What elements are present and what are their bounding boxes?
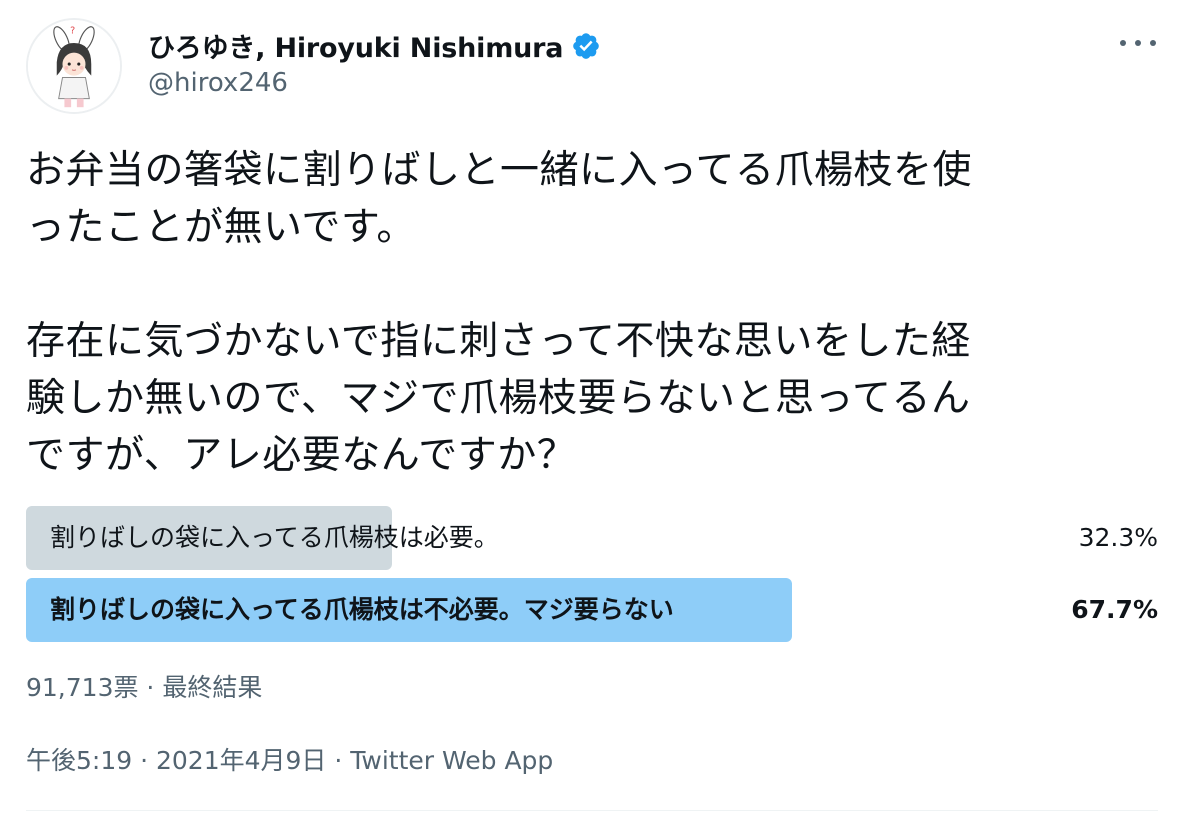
author-display-name[interactable]: ひろゆき, Hiroyuki Nishimura [148,26,563,65]
timestamp-separator-2: · [326,746,351,775]
author-name-row[interactable]: ひろゆき, Hiroyuki Nishimura [148,26,601,65]
poll-option-2: 割りばしの袋に入ってる爪楊枝は不必要。マジ要らない 67.7% [26,578,1158,642]
svg-text:?: ? [70,25,75,36]
tweet: ? ひろゆき, Hiroyuki Nishimura @hirox246 お弁当… [0,0,1190,820]
more-options-icon[interactable] [1120,32,1156,54]
verified-badge-icon [573,32,600,59]
poll-option-1: 割りばしの袋に入ってる爪楊枝は必要。 32.3% [26,506,1158,570]
timestamp-separator-1: · [132,746,156,775]
poll-option-1-percent: 32.3% [1078,523,1158,552]
avatar[interactable]: ? [26,18,122,114]
poll-option-1-label: 割りばしの袋に入ってる爪楊枝は必要。 [50,523,499,552]
avatar-illustration-icon: ? [28,20,120,112]
tweet-text: お弁当の箸袋に割りばしと一緒に入ってる爪楊枝を使 ったことが無いです。 存在に気… [26,148,973,478]
tweet-timestamp-row: 午後5:19 · 2021年4月9日 · Twitter Web App [26,741,553,777]
author-handle[interactable]: @hirox246 [148,68,288,98]
divider [26,810,1158,811]
tweet-source[interactable]: Twitter Web App [350,746,553,775]
poll: 割りばしの袋に入ってる爪楊枝は必要。 32.3% 割りばしの袋に入ってる爪楊枝は… [26,506,1158,650]
poll-option-2-label: 割りばしの袋に入ってる爪楊枝は不必要。マジ要らない [50,595,674,624]
tweet-time[interactable]: 午後5:19 [26,746,132,775]
poll-vote-count: 91,713票 [26,673,139,702]
poll-meta-separator: · [138,673,163,702]
poll-option-2-percent: 67.7% [1071,595,1158,624]
poll-summary: 91,713票 · 最終結果 [26,668,262,704]
poll-status: 最終結果 [162,673,263,702]
tweet-date[interactable]: 2021年4月9日 [156,746,326,775]
